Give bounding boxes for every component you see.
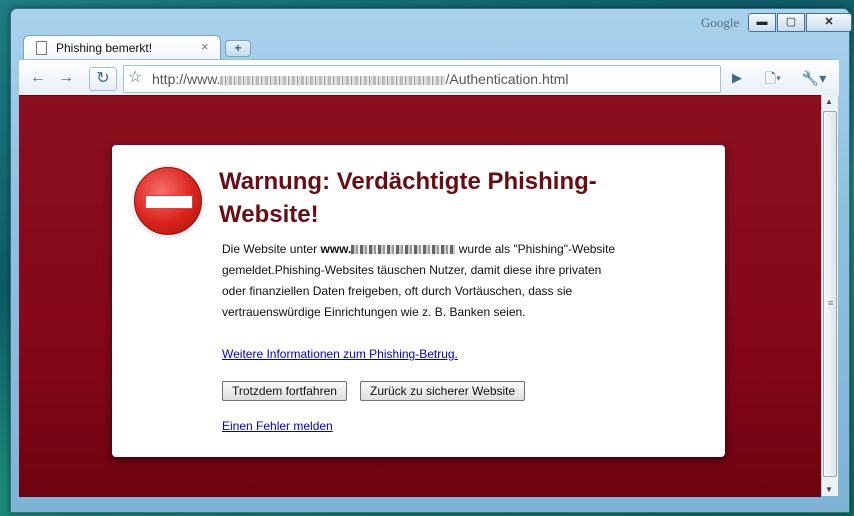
window-brand: Google: [701, 15, 740, 30]
page-content: Warnung: Verdächtigte Phishing-Website! …: [19, 95, 821, 497]
minimize-button[interactable]: ▬: [748, 13, 776, 32]
obscured-url-part: [220, 75, 446, 85]
scroll-down-icon[interactable]: ▼: [825, 485, 833, 494]
reload-icon[interactable]: ↻: [89, 67, 117, 91]
window-controls: ▬ ▢ ✕: [747, 13, 852, 32]
star-icon[interactable]: ☆: [128, 67, 142, 87]
toolbar: ← → ↻ ☆ http://www./Authentication.html …: [19, 59, 839, 96]
arrow-left-icon[interactable]: ←: [25, 67, 51, 89]
scroll-thumb[interactable]: ≡: [823, 111, 837, 477]
page-icon[interactable]: 🗋▾: [757, 67, 789, 89]
url-text[interactable]: http://www./Authentication.html: [152, 71, 568, 87]
back-to-safety-button[interactable]: Zurück zu sicherer Website: [360, 381, 526, 401]
arrow-right-icon[interactable]: →: [53, 67, 79, 89]
wrench-icon[interactable]: 🔧▾: [797, 67, 831, 89]
warning-card: Warnung: Verdächtigte Phishing-Website! …: [112, 145, 725, 457]
new-tab-button[interactable]: +: [225, 40, 251, 57]
maximize-button[interactable]: ▢: [777, 13, 805, 32]
close-tab-icon[interactable]: ×: [201, 39, 209, 54]
close-window-button[interactable]: ✕: [806, 13, 852, 32]
obscured-domain: [351, 245, 456, 255]
address-bar[interactable]: ☆ http://www./Authentication.html: [123, 65, 721, 93]
page-icon: [36, 41, 47, 55]
tab-phishing[interactable]: Phishing bemerkt! ×: [23, 35, 221, 60]
browser-window: Google ▬ ▢ ✕ Phishing bemerkt! × + ← → ↻…: [10, 8, 852, 513]
more-info-link[interactable]: Weitere Informationen zum Phishing-Betru…: [222, 347, 458, 361]
report-error-link[interactable]: Einen Fehler melden: [222, 419, 333, 433]
scroll-up-icon[interactable]: ▲: [825, 97, 833, 106]
scrollbar[interactable]: ▲ ≡ ▼: [821, 95, 838, 496]
warning-text: Die Website unter www. wurde als "Phishi…: [222, 242, 616, 319]
play-icon[interactable]: ▶: [725, 67, 749, 89]
warning-heading: Warnung: Verdächtigte Phishing-Website!: [219, 168, 597, 228]
stop-icon: [134, 167, 202, 235]
grip-icon: ≡: [828, 298, 834, 308]
tab-title: Phishing bemerkt!: [56, 41, 153, 55]
proceed-button[interactable]: Trotzdem fortfahren: [222, 381, 347, 401]
